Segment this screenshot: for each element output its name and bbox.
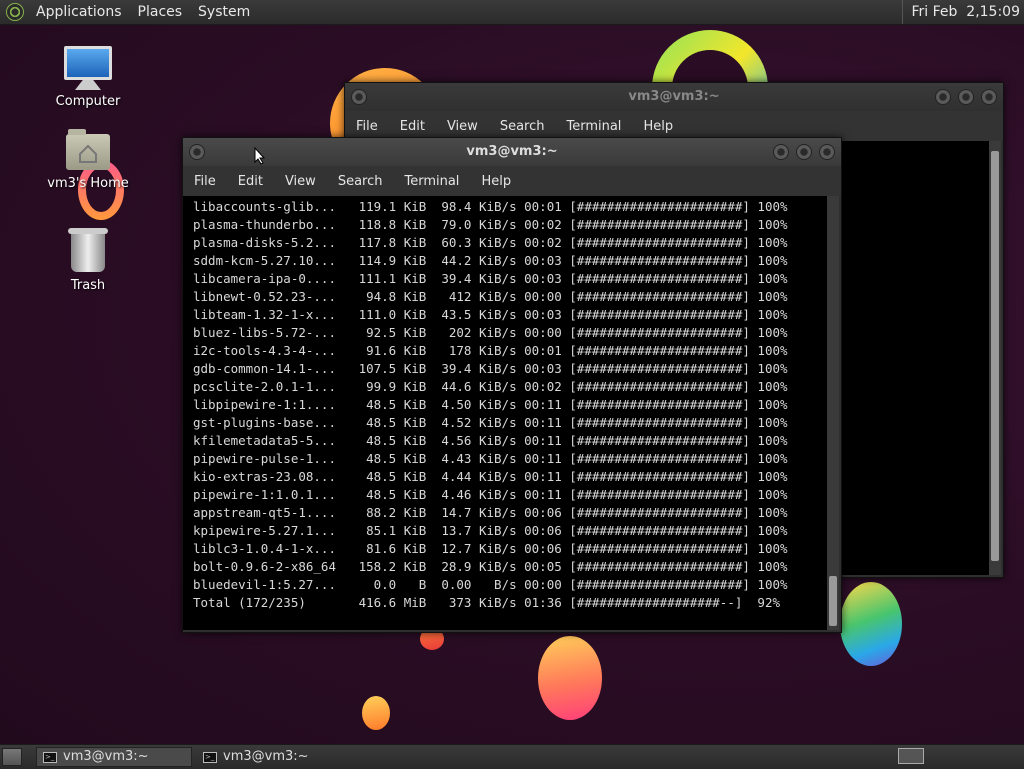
terminal-output: libaccounts-glib... 119.1 KiB 98.4 KiB/s… (183, 196, 827, 612)
scroll-thumb[interactable] (829, 576, 837, 626)
terminal-line: kfilemetadata5-5... 48.5 KiB 4.56 KiB/s … (193, 433, 788, 448)
desktop-icon-label: Trash (70, 278, 106, 293)
menu-file[interactable]: File (183, 174, 227, 189)
terminal-line: sddm-kcm-5.27.10... 114.9 KiB 44.2 KiB/s… (193, 253, 788, 268)
terminal-line: bolt-0.9.6-2-x86_64 158.2 KiB 28.9 KiB/s… (193, 559, 788, 574)
window-title: vm3@vm3:~ (466, 144, 558, 159)
system-menu[interactable]: System (190, 4, 258, 20)
terminal-window-front[interactable]: vm3@vm3:~ File Edit View Search Terminal… (182, 137, 842, 633)
menu-search[interactable]: Search (327, 174, 394, 189)
scrollbar[interactable] (827, 196, 839, 630)
mouse-cursor-icon (254, 147, 266, 165)
trash-icon (68, 228, 108, 272)
menu-help[interactable]: Help (632, 119, 684, 134)
distro-logo-icon[interactable] (6, 3, 24, 21)
terminal-line: libaccounts-glib... 119.1 KiB 98.4 KiB/s… (193, 199, 788, 214)
close-button[interactable] (981, 89, 997, 105)
close-button[interactable] (819, 144, 835, 160)
menu-edit[interactable]: Edit (389, 119, 436, 134)
menu-file[interactable]: File (345, 119, 389, 134)
places-menu[interactable]: Places (130, 4, 191, 20)
terminal-line: libnewt-0.52.23-... 94.8 KiB 412 KiB/s 0… (193, 289, 788, 304)
menu-terminal[interactable]: Terminal (393, 174, 470, 189)
desktop-icon-trash[interactable]: Trash (42, 228, 134, 293)
terminal-icon: >_ (203, 751, 217, 763)
menubar: File Edit View Search Terminal Help (183, 166, 841, 196)
terminal-line: i2c-tools-4.3-4-... 91.6 KiB 178 KiB/s 0… (193, 343, 788, 358)
menu-view[interactable]: View (274, 174, 327, 189)
terminal-line: plasma-thunderbo... 118.8 KiB 79.0 KiB/s… (193, 217, 788, 232)
maximize-button[interactable] (958, 89, 974, 105)
wallpaper-blob-small-orange (362, 696, 390, 730)
terminal-line: gdb-common-14.1-... 107.5 KiB 39.4 KiB/s… (193, 361, 788, 376)
minimize-button[interactable] (773, 144, 789, 160)
maximize-button[interactable] (796, 144, 812, 160)
terminal-line: appstream-qt5-1.... 88.2 KiB 14.7 KiB/s … (193, 505, 788, 520)
show-desktop-button[interactable] (2, 748, 22, 766)
task-label: vm3@vm3:~ (63, 749, 149, 764)
terminal-line: bluez-libs-5.72-... 92.5 KiB 202 KiB/s 0… (193, 325, 788, 340)
scroll-thumb[interactable] (991, 151, 999, 561)
terminal-line: libpipewire-1:1.... 48.5 KiB 4.50 KiB/s … (193, 397, 788, 412)
computer-icon (42, 46, 134, 90)
menu-terminal[interactable]: Terminal (555, 119, 632, 134)
terminal-line: kpipewire-5.27.1... 85.1 KiB 13.7 KiB/s … (193, 523, 788, 538)
menu-help[interactable]: Help (470, 174, 522, 189)
desktop-icon-label: Computer (55, 94, 121, 109)
top-panel: Applications Places System Fri Feb 2,15:… (0, 0, 1024, 25)
desktop-icon-home[interactable]: vm3's Home (42, 129, 134, 191)
applications-menu[interactable]: Applications (28, 4, 130, 20)
window-titlebar[interactable]: vm3@vm3:~ (345, 83, 1003, 111)
menu-search[interactable]: Search (489, 119, 556, 134)
terminal-line: libteam-1.32-1-x... 111.0 KiB 43.5 KiB/s… (193, 307, 788, 322)
scrollbar[interactable] (989, 141, 1001, 575)
desktop-icon-computer[interactable]: Computer (42, 46, 134, 109)
menu-view[interactable]: View (436, 119, 489, 134)
window-menu-button[interactable] (189, 144, 205, 160)
terminal-line: pipewire-1:1.0.1... 48.5 KiB 4.46 KiB/s … (193, 487, 788, 502)
desktop-icon-label: vm3's Home (47, 176, 129, 191)
wallpaper-blob-multicolor (840, 582, 902, 666)
terminal-icon: >_ (43, 751, 57, 763)
taskbar-task-1[interactable]: >_ vm3@vm3:~ (36, 747, 192, 767)
terminal-area[interactable]: libaccounts-glib... 119.1 KiB 98.4 KiB/s… (183, 196, 827, 630)
taskbar-task-2[interactable]: >_ vm3@vm3:~ (196, 747, 352, 767)
terminal-line: pcsclite-2.0.1-1... 99.9 KiB 44.6 KiB/s … (193, 379, 788, 394)
terminal-line: libcamera-ipa-0.... 111.1 KiB 39.4 KiB/s… (193, 271, 788, 286)
home-folder-icon (66, 129, 110, 170)
terminal-line: plasma-disks-5.2... 117.8 KiB 60.3 KiB/s… (193, 235, 788, 250)
terminal-line: pipewire-pulse-1... 48.5 KiB 4.43 KiB/s … (193, 451, 788, 466)
terminal-line: gst-plugins-base... 48.5 KiB 4.52 KiB/s … (193, 415, 788, 430)
terminal-line: liblc3-1.0.4-1-x... 81.6 KiB 12.7 KiB/s … (193, 541, 788, 556)
bottom-taskbar: >_ vm3@vm3:~ >_ vm3@vm3:~ (0, 744, 1024, 769)
terminal-line: kio-extras-23.08... 48.5 KiB 4.44 KiB/s … (193, 469, 788, 484)
wallpaper-blob-peach (538, 636, 602, 720)
window-menu-button[interactable] (351, 89, 367, 105)
task-label: vm3@vm3:~ (223, 749, 309, 764)
terminal-line: bluedevil-1:5.27... 0.0 B 0.00 B/s 00:00… (193, 577, 788, 592)
minimize-button[interactable] (935, 89, 951, 105)
menu-edit[interactable]: Edit (227, 174, 274, 189)
window-title: vm3@vm3:~ (628, 89, 720, 104)
workspace-switcher[interactable] (898, 748, 924, 764)
terminal-line: Total (172/235) 416.6 MiB 373 KiB/s 01:3… (193, 595, 780, 610)
window-titlebar[interactable]: vm3@vm3:~ (183, 138, 841, 166)
clock[interactable]: Fri Feb 2,15:09 (902, 0, 1020, 24)
